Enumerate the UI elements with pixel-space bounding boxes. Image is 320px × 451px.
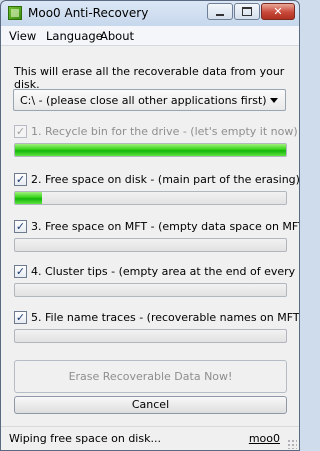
menu-bar: View Language About [1, 26, 299, 46]
step-recycle-bin-label: 1. Recycle bin for the drive - (let's em… [31, 125, 298, 138]
close-button[interactable]: ✕ [261, 3, 295, 20]
cancel-button[interactable]: Cancel [14, 396, 287, 414]
check-icon: ✓ [15, 173, 26, 186]
step-free-space-disk-checkbox[interactable]: ✓ [14, 173, 27, 186]
step-cluster-tips-progress [14, 283, 287, 297]
minimize-button[interactable] [207, 3, 233, 20]
step-free-space-disk-progress [14, 191, 287, 205]
minimize-icon [216, 13, 224, 16]
menu-view[interactable]: View [9, 29, 36, 43]
title-bar[interactable]: Moo0 Anti-Recovery ✕ [1, 1, 299, 25]
erase-button[interactable]: Erase Recoverable Data Now! [14, 360, 287, 393]
drive-select[interactable]: C:\ - (please close all other applicatio… [13, 89, 286, 111]
progress-fill [15, 144, 286, 156]
step-cluster-tips-checkbox[interactable]: ✓ [14, 265, 27, 278]
step-free-space-disk-label: 2. Free space on disk - (main part of th… [31, 173, 300, 186]
step-recycle-bin-progress [14, 143, 287, 157]
maximize-icon [242, 7, 252, 16]
check-icon: ✓ [15, 220, 26, 233]
app-icon [8, 6, 22, 20]
intro-text: This will erase all the recoverable data… [14, 65, 285, 91]
step-file-name-traces-label: 5. File name traces - (recoverable names… [31, 311, 300, 324]
menu-language[interactable]: Language [46, 29, 103, 43]
status-text: Wiping free space on disk... [9, 432, 161, 445]
menu-about[interactable]: About [100, 29, 134, 43]
app-window: Moo0 Anti-Recovery ✕ View Language About… [0, 0, 300, 451]
drive-select-value: C:\ - (please close all other applicatio… [20, 94, 267, 107]
check-icon: ✓ [15, 125, 26, 138]
resize-grip[interactable] [287, 439, 297, 449]
step-free-space-mft-progress [14, 238, 287, 252]
step-file-name-traces-progress [14, 329, 287, 343]
chevron-down-icon [270, 98, 278, 103]
main-panel: This will erase all the recoverable data… [1, 46, 299, 426]
step-free-space-mft-checkbox[interactable]: ✓ [14, 220, 27, 233]
step-free-space-mft-label: 3. Free space on MFT - (empty data space… [31, 220, 300, 233]
step-file-name-traces-checkbox[interactable]: ✓ [14, 311, 27, 324]
check-icon: ✓ [15, 265, 26, 278]
check-icon: ✓ [15, 311, 26, 324]
step-recycle-bin-checkbox[interactable]: ✓ [14, 125, 27, 138]
maximize-button[interactable] [234, 3, 260, 20]
progress-fill [15, 192, 43, 204]
moo0-link[interactable]: moo0 [249, 432, 280, 445]
close-icon: ✕ [273, 5, 283, 18]
step-cluster-tips-label: 4. Cluster tips - (empty area at the end… [31, 265, 299, 278]
window-title: Moo0 Anti-Recovery [28, 6, 149, 20]
status-bar: Wiping free space on disk... moo0 [1, 426, 299, 450]
